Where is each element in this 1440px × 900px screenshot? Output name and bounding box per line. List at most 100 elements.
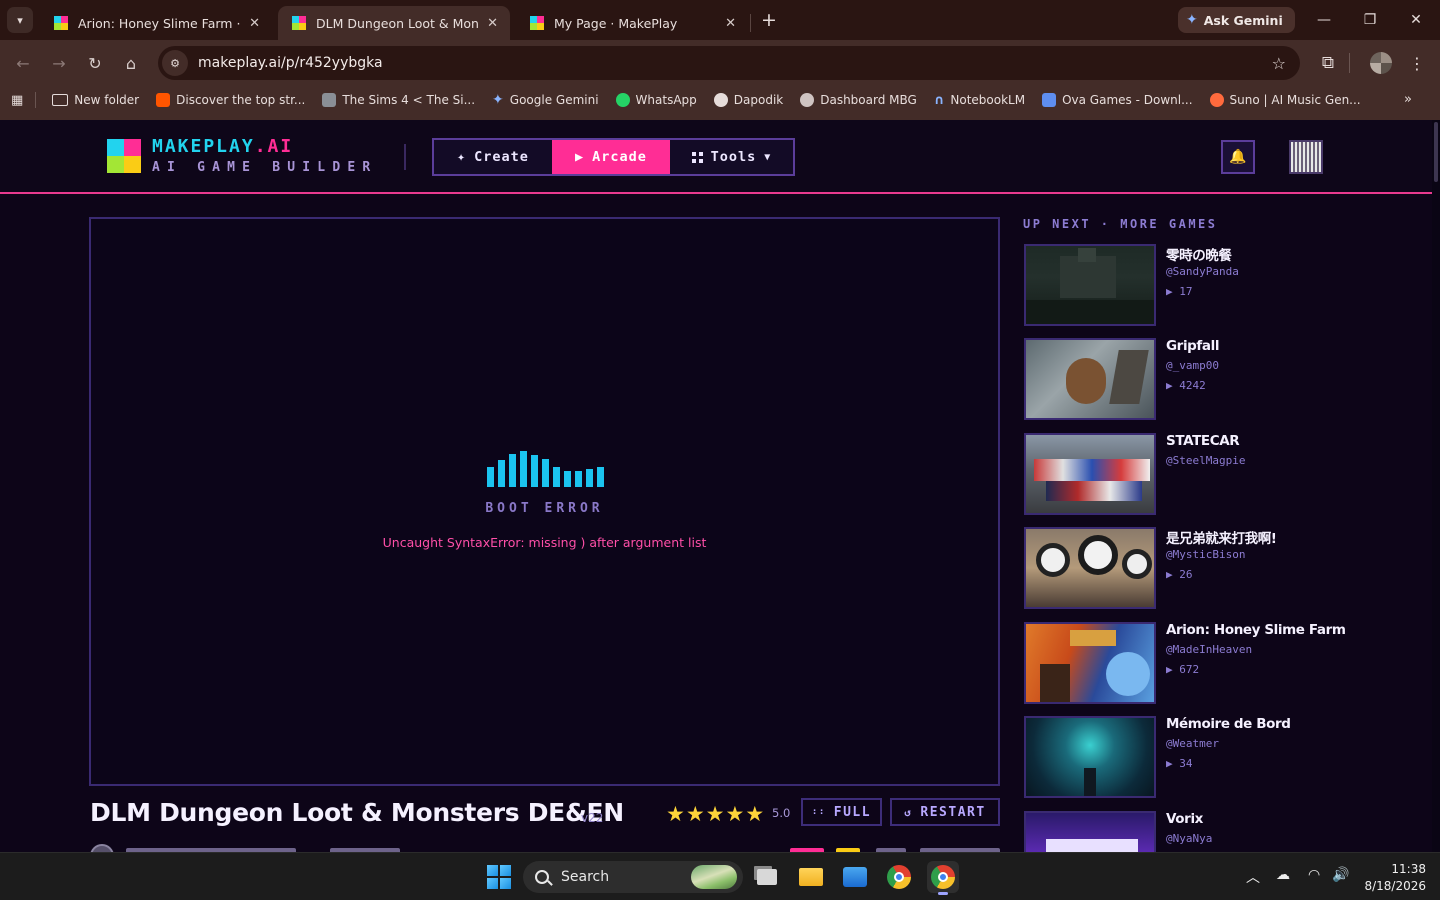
bookmark-item[interactable]: Discover the top str...	[156, 93, 305, 107]
photos-app-icon[interactable]	[839, 861, 871, 893]
rating-stars[interactable]: ★ ★ ★ ★ ★	[666, 802, 764, 826]
game-card[interactable]: 零時の晩餐 @SandyPanda ▶ 17	[1024, 244, 1364, 326]
url-text[interactable]: makeplay.ai/p/r452yybgka	[198, 55, 1272, 71]
game-card-title[interactable]: Vorix	[1166, 811, 1203, 827]
notifications-bell-icon[interactable]: 🔔	[1221, 140, 1255, 174]
tab-search-button[interactable]: ▾	[7, 7, 33, 33]
star-icon[interactable]: ★	[666, 802, 685, 826]
author-avatar[interactable]	[90, 844, 114, 852]
close-window-button[interactable]: ✕	[1403, 8, 1429, 32]
game-card[interactable]: Mémoire de Bord @Weatmer ▶ 34	[1024, 716, 1364, 798]
game-card-author[interactable]: @_vamp00	[1166, 359, 1219, 372]
game-thumbnail[interactable]	[1024, 433, 1156, 515]
extensions-puzzle-icon[interactable]: ⧉	[1316, 51, 1340, 75]
folder-icon	[52, 94, 69, 106]
star-icon[interactable]: ★	[745, 802, 764, 826]
file-explorer-icon[interactable]	[795, 861, 827, 893]
play-count-icon: ▶	[1166, 379, 1180, 392]
bookmark-item[interactable]: ∩ NotebookLM	[934, 93, 1025, 108]
star-icon[interactable]: ★	[686, 802, 705, 826]
game-card[interactable]: STATECAR @SteelMagpie	[1024, 433, 1364, 515]
bookmark-star-icon[interactable]: ☆	[1272, 54, 1286, 73]
wifi-icon[interactable]: ◠	[1308, 867, 1320, 883]
forward-arrow-icon[interactable]: →	[47, 51, 71, 75]
kebab-menu-icon[interactable]: ⋮	[1405, 51, 1429, 75]
game-card-author[interactable]: @Weatmer	[1166, 737, 1219, 750]
site-logo-text[interactable]: MAKEPLAY.AI	[152, 136, 293, 157]
game-thumbnail[interactable]	[1024, 527, 1156, 609]
game-card-title[interactable]: STATECAR	[1166, 433, 1240, 449]
game-thumbnail[interactable]	[1024, 244, 1156, 326]
close-tab-icon[interactable]: ✕	[487, 16, 498, 31]
address-bar[interactable]: ⚙ makeplay.ai/p/r452yybgka ☆	[158, 46, 1300, 80]
home-icon[interactable]: ⌂	[119, 51, 143, 75]
taskbar-search[interactable]: Search	[523, 861, 743, 893]
game-card-title[interactable]: Arion: Honey Slime Farm	[1166, 622, 1346, 638]
chrome-app-icon[interactable]	[883, 861, 915, 893]
restart-button[interactable]: ↺ RESTART	[890, 798, 1000, 826]
game-card[interactable]: Arion: Honey Slime Farm @MadeInHeaven ▶ …	[1024, 622, 1364, 704]
close-tab-icon[interactable]: ✕	[725, 16, 736, 31]
tray-chevron-up-icon[interactable]: ︿	[1246, 867, 1260, 887]
bookmark-item[interactable]: Suno | AI Music Gen...	[1209, 93, 1361, 107]
nav-tools-button[interactable]: Tools ▼	[670, 140, 793, 174]
bookmark-item[interactable]: New folder	[52, 93, 139, 107]
game-card-title[interactable]: 是兄弟就来打我啊!	[1166, 527, 1277, 547]
taskbar-clock[interactable]: 11:38 8/18/2026	[1362, 861, 1426, 895]
game-player[interactable]: BOOT ERROR Uncaught SyntaxError: missing…	[89, 217, 1000, 786]
game-card-author[interactable]: @MadeInHeaven	[1166, 643, 1252, 656]
close-tab-icon[interactable]: ✕	[249, 16, 260, 31]
bookmark-item[interactable]: The Sims 4 < The Si...	[322, 93, 475, 107]
game-card-author[interactable]: @SandyPanda	[1166, 265, 1239, 278]
onedrive-cloud-icon[interactable]: ☁	[1276, 867, 1290, 883]
profile-avatar[interactable]	[1369, 51, 1393, 75]
bookmark-item[interactable]: Ova Games - Downl...	[1042, 93, 1193, 107]
nav-arcade-button[interactable]: ▶ Arcade	[552, 140, 670, 174]
game-thumbnail[interactable]	[1024, 622, 1156, 704]
chrome-active-app-icon[interactable]	[927, 861, 959, 895]
new-tab-button[interactable]: +	[758, 9, 780, 31]
bookmark-item[interactable]: ✦ Google Gemini	[492, 92, 599, 108]
game-thumbnail[interactable]	[1024, 338, 1156, 420]
page-scrollbar[interactable]	[1432, 120, 1440, 852]
game-card-title[interactable]: Gripfall	[1166, 338, 1219, 354]
reload-icon[interactable]: ↻	[83, 51, 107, 75]
game-card-author[interactable]: @MysticBison	[1166, 548, 1245, 561]
browser-tab[interactable]: Arion: Honey Slime Farm · MakePlay ✕	[40, 6, 272, 40]
nav-create-button[interactable]: ✦ Create	[434, 140, 552, 174]
play-count-icon: ▶	[1166, 663, 1180, 676]
ask-gemini-button[interactable]: ✦ Ask Gemini	[1178, 7, 1295, 33]
game-version-badge: v22	[581, 811, 604, 825]
game-card-title[interactable]: 零時の晩餐	[1166, 244, 1232, 264]
back-arrow-icon[interactable]: ←	[11, 51, 35, 75]
bookmark-item[interactable]: Dapodik	[713, 93, 783, 107]
task-view-icon[interactable]	[751, 861, 783, 893]
browser-tab[interactable]: My Page · MakePlay ✕	[516, 6, 748, 40]
windows-start-icon[interactable]	[487, 865, 511, 889]
volume-icon[interactable]: 🔊	[1332, 867, 1349, 883]
fullscreen-button[interactable]: :: FULL	[801, 798, 882, 826]
game-card[interactable]: Vorix @NyaNya	[1024, 811, 1364, 852]
bookmark-item[interactable]: Dashboard MBG	[800, 93, 917, 107]
scrollbar-thumb[interactable]	[1434, 122, 1438, 182]
game-card[interactable]: 是兄弟就来打我啊! @MysticBison ▶ 26	[1024, 527, 1364, 609]
site-header: MAKEPLAY.AI AI GAME BUILDER ✦ Create ▶ A…	[0, 120, 1432, 194]
star-icon[interactable]: ★	[706, 802, 725, 826]
game-card[interactable]: Gripfall @_vamp00 ▶ 4242	[1024, 338, 1364, 420]
game-card-author[interactable]: @NyaNya	[1166, 832, 1212, 845]
game-thumbnail[interactable]	[1024, 811, 1156, 852]
star-icon[interactable]: ★	[725, 802, 744, 826]
game-card-author[interactable]: @SteelMagpie	[1166, 454, 1245, 467]
user-avatar[interactable]	[1289, 140, 1323, 174]
makeplay-logo-icon[interactable]	[107, 139, 141, 173]
minimize-button[interactable]: —	[1311, 8, 1337, 32]
browser-tab-active[interactable]: DLM Dungeon Loot & Monsters DE&EN · Make…	[278, 6, 510, 40]
apps-grid-icon[interactable]: ▦	[11, 93, 23, 108]
more-bookmarks-chevron-icon[interactable]: »	[1404, 92, 1412, 107]
sparkle-icon: ✦	[457, 149, 467, 165]
game-thumbnail[interactable]	[1024, 716, 1156, 798]
game-card-title[interactable]: Mémoire de Bord	[1166, 716, 1291, 732]
site-info-icon[interactable]: ⚙	[162, 50, 188, 76]
restore-button[interactable]: ❐	[1357, 8, 1383, 32]
bookmark-item[interactable]: WhatsApp	[615, 93, 697, 107]
